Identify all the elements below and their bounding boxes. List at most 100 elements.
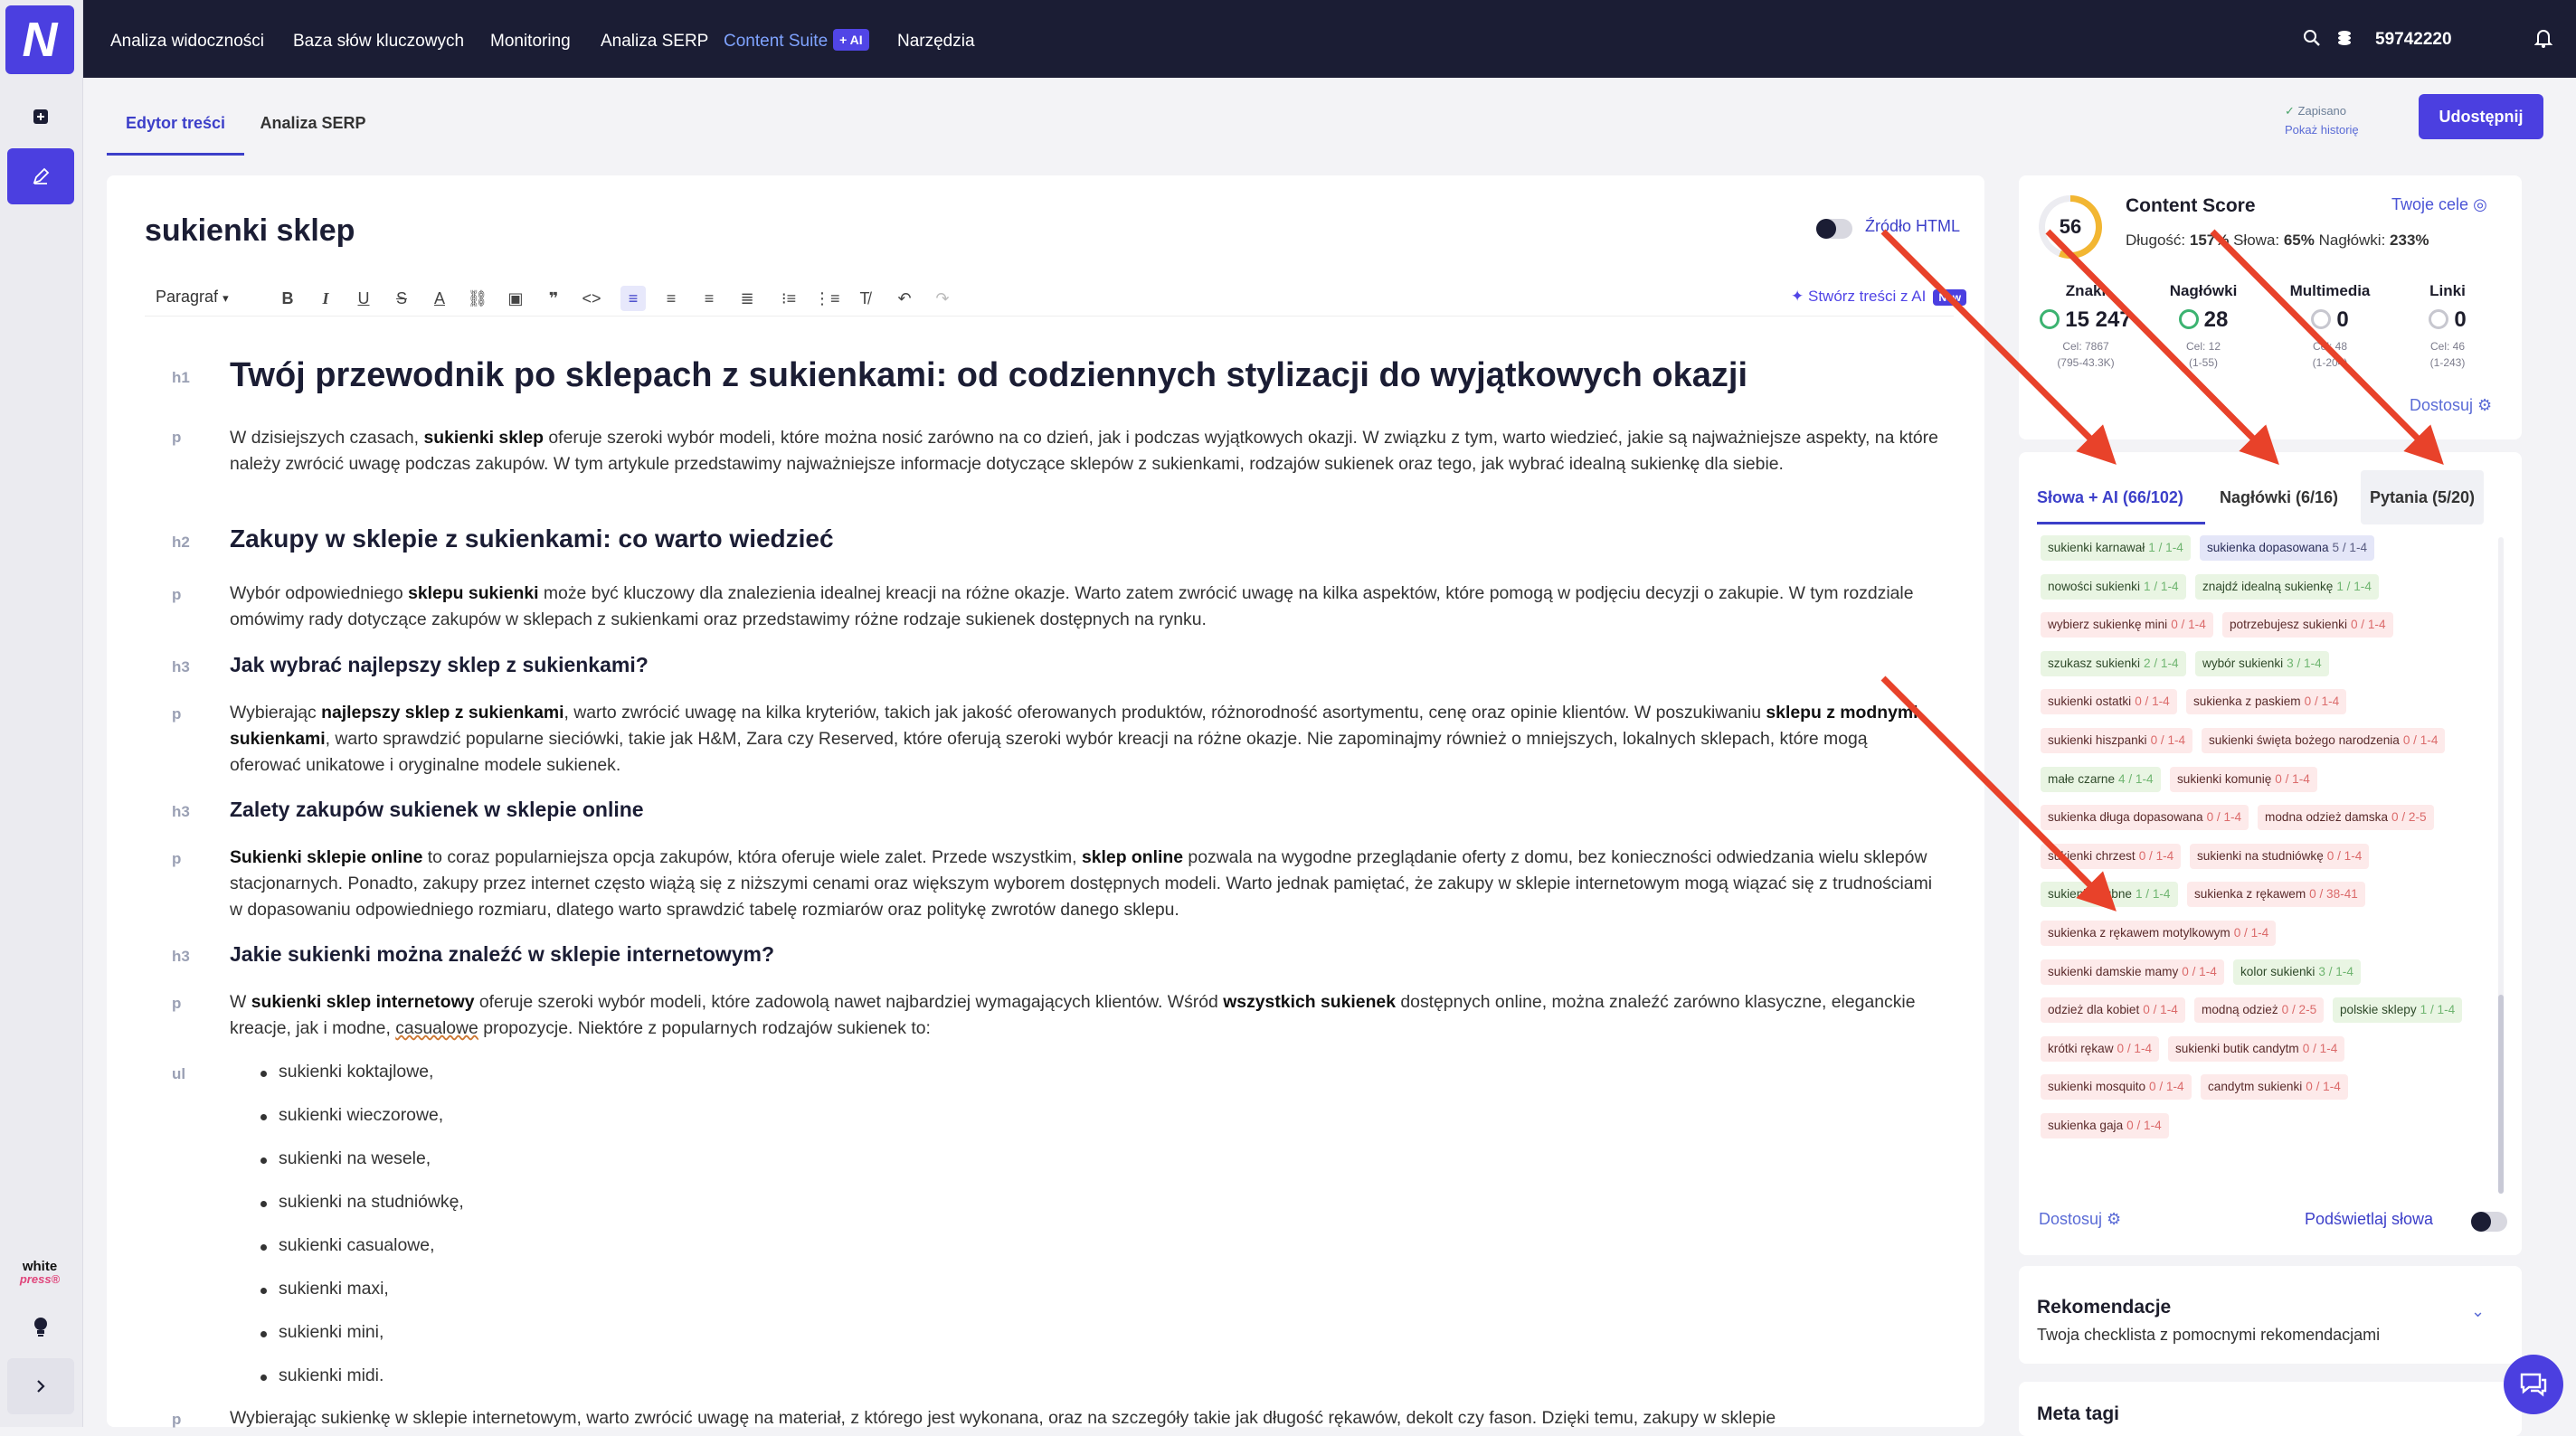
app-logo[interactable]: N [5,5,74,74]
content-editor[interactable]: sukienki sklep Źródło HTML Paragraf ▾ B … [107,175,1984,1428]
goals-link[interactable]: Twoje cele ◎ [2391,195,2487,214]
numbered-list-icon[interactable]: ⋮≡ [814,286,840,311]
heading-h1[interactable]: Twój przewodnik po sklepach z sukienkami… [230,356,1939,395]
list-item[interactable]: sukienki casualowe, [260,1235,434,1256]
keyword-chip[interactable]: sukienki karnawał 1 / 1-4 [2041,535,2191,561]
paragraph[interactable]: Wybierając najlepszy sklep z sukienkami,… [230,700,1939,779]
keyword-chip[interactable]: nowości sukienki 1 / 1-4 [2041,573,2186,600]
paragraph[interactable]: Sukienki sklepie online to coraz popular… [230,845,1939,923]
tab-words[interactable]: Słowa + AI (66/102) [2037,470,2205,524]
heading-h2[interactable]: Zakupy w sklepie z sukienkami: co warto … [230,524,1939,553]
adjust-keywords-link[interactable]: Dostosuj ⚙ [2039,1210,2121,1229]
paragraph-style-select[interactable]: Paragraf ▾ [156,288,229,307]
keyword-chip[interactable]: sukienka długa dopasowana 0 / 1-4 [2041,805,2249,831]
keyword-chip[interactable]: modną odzież 0 / 2-5 [2194,997,2325,1024]
keyword-chip[interactable]: sukienka gaja 0 / 1-4 [2041,1113,2169,1138]
keyword-chip[interactable]: sukienka z paskiem 0 / 1-4 [2186,689,2347,715]
strikethrough-icon[interactable]: S [389,286,414,311]
list-item[interactable]: sukienki na studniówkę, [260,1192,464,1213]
nav-item-tools[interactable]: Narzędzia [897,0,975,78]
text-color-icon[interactable]: A [427,286,452,311]
scrollbar-thumb[interactable] [2498,995,2504,1194]
highlight-words-label[interactable]: Podświetlaj słowa [2305,1210,2433,1229]
keyword-chip[interactable]: znajdź idealną sukienkę 1 / 1-4 [2195,573,2379,600]
image-icon[interactable]: ▣ [503,286,528,311]
keyword-chip[interactable]: małe czarne 4 / 1-4 [2041,766,2161,792]
list-item[interactable]: sukienki maxi, [260,1279,389,1299]
tab-headings[interactable]: Nagłówki (6/16) [2220,470,2338,524]
keyword-chip[interactable]: sukienki ślubne 1 / 1-4 [2041,882,2178,908]
keyword-chip[interactable]: sukienka z rękawem motylkowym 0 / 1-4 [2041,921,2277,946]
tab-serp-analysis[interactable]: Analiza SERP [250,90,376,156]
heading-h3[interactable]: Jakie sukienki można znaleźć w sklepie i… [230,942,1939,967]
keyword-chip[interactable]: sukienki na studniówkę 0 / 1-4 [2190,843,2370,869]
share-button[interactable]: Udostępnij [2419,94,2543,139]
tab-questions[interactable]: Pytania (5/20) [2361,470,2485,524]
link-icon[interactable]: ⛓ [465,286,490,311]
recommendations-card[interactable]: Rekomendacje Twoja checklista z pomocnym… [2019,1266,2522,1364]
paragraph[interactable]: Wybór odpowiedniego sklepu sukienki może… [230,581,1939,633]
edit-icon[interactable] [7,148,74,204]
list-item[interactable]: sukienki koktajlowe, [260,1062,433,1082]
nav-item-serp[interactable]: Analiza SERP [601,0,708,78]
keyword-chip[interactable]: potrzebujesz sukienki 0 / 1-4 [2222,612,2393,638]
list-item[interactable]: sukienki mini, [260,1322,384,1343]
heading-h3[interactable]: Zalety zakupów sukienek w sklepie online [230,798,1939,822]
keyword-chip[interactable]: sukienki święta bożego narodzenia 0 / 1-4 [2202,728,2446,753]
html-source-toggle[interactable] [1816,219,1852,239]
list-item[interactable]: sukienki midi. [260,1365,384,1386]
align-left-icon[interactable]: ≡ [620,286,646,311]
keyword-chip[interactable]: krótki rękaw 0 / 1-4 [2041,1035,2160,1062]
keyword-chip[interactable]: odzież dla kobiet 0 / 1-4 [2041,997,2185,1024]
align-justify-icon[interactable]: ≣ [734,286,760,311]
nav-item-monitoring[interactable]: Monitoring [490,0,571,78]
meta-tags-card[interactable]: Meta tagi [2019,1382,2522,1436]
clear-format-icon[interactable]: T̸ [852,286,877,311]
keyword-chip[interactable]: sukienki mosquito 0 / 1-4 [2041,1074,2192,1101]
code-icon[interactable]: <> [579,286,604,311]
keyword-chip[interactable]: sukienki hiszpanki 0 / 1-4 [2041,728,2193,753]
keyword-chip[interactable]: sukienki damskie mamy 0 / 1-4 [2041,959,2224,985]
lightbulb-icon[interactable] [7,1299,74,1355]
search-icon[interactable] [2297,24,2326,52]
keyword-chip[interactable]: wybór sukienki 3 / 1-4 [2195,650,2329,676]
align-right-icon[interactable]: ≡ [696,286,722,311]
add-icon[interactable] [7,89,74,145]
bell-icon[interactable] [2529,24,2558,52]
adjust-score-link[interactable]: Dostosuj ⚙ [2410,396,2492,415]
html-source-label[interactable]: Źródło HTML [1865,217,1960,236]
expand-sidebar-icon[interactable] [7,1358,74,1414]
redo-icon[interactable]: ↷ [930,286,955,311]
keyword-chip[interactable]: sukienka dopasowana 5 / 1-4 [2200,535,2375,561]
keyword-chip[interactable]: wybierz sukienkę mini 0 / 1-4 [2041,612,2213,638]
history-link[interactable]: Pokaż historię [2285,120,2359,139]
keyword-chip[interactable]: szukasz sukienki 2 / 1-4 [2041,650,2186,676]
keyword-chip[interactable]: sukienka z rękawem 0 / 38-41 [2187,882,2365,908]
chat-icon[interactable] [2504,1355,2563,1414]
underline-icon[interactable]: U [351,286,376,311]
chevron-down-icon[interactable]: ⌄ [2471,1302,2485,1321]
quote-icon[interactable]: ❞ [541,286,566,311]
list-item[interactable]: sukienki wieczorowe, [260,1105,443,1126]
paragraph[interactable]: W dzisiejszych czasach, sukienki sklep o… [230,425,1939,477]
keyword-chip[interactable]: kolor sukienki 3 / 1-4 [2233,959,2361,985]
paragraph[interactable]: Wybierając sukienkę w sklepie internetow… [230,1405,1939,1431]
whitepress-logo[interactable]: white press® [13,1260,67,1286]
align-center-icon[interactable]: ≡ [658,286,684,311]
tab-content-editor[interactable]: Edytor treści [107,90,244,156]
generate-ai-button[interactable]: ✦ Stwórz treści z AI New [1791,288,1967,306]
keyword-chip[interactable]: modna odzież damska 0 / 2-5 [2258,805,2434,831]
bold-icon[interactable]: B [275,286,300,311]
highlight-words-toggle[interactable] [2471,1212,2507,1232]
undo-icon[interactable]: ↶ [892,286,917,311]
keyword-chip[interactable]: candytm sukienki 0 / 1-4 [2201,1074,2348,1101]
keyword-chip[interactable]: sukienki ostatki 0 / 1-4 [2041,689,2177,715]
document-title[interactable]: sukienki sklep [145,213,355,249]
bullet-list-icon[interactable]: ⁝≡ [776,286,801,311]
italic-icon[interactable]: I [313,286,338,311]
list-item[interactable]: sukienki na wesele, [260,1148,431,1169]
keyword-chip[interactable]: polskie sklepy 1 / 1-4 [2333,997,2463,1024]
keyword-chip[interactable]: sukienki butik candytm 0 / 1-4 [2168,1035,2345,1062]
keyword-chip[interactable]: sukienki chrzest 0 / 1-4 [2041,843,2182,869]
nav-item-keywords[interactable]: Baza słów kluczowych [293,0,464,78]
